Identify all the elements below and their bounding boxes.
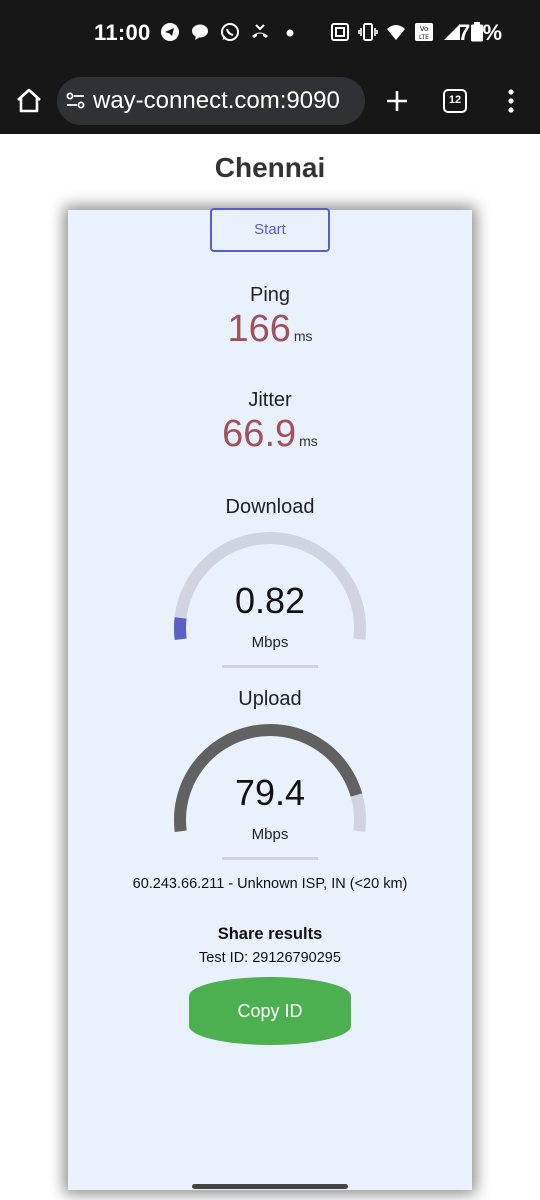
home-icon (17, 88, 41, 113)
address-bar[interactable]: way-connect.com:9090 (57, 77, 365, 125)
jitter-value: 66.9 (222, 413, 297, 455)
status-time: 11:00 (94, 20, 151, 45)
browser-toolbar: way-connect.com:9090 12 (0, 70, 540, 134)
test-id: Test ID: 29126790295 (199, 950, 341, 966)
missed-call-icon (250, 22, 270, 42)
upload-label: Upload (238, 688, 302, 710)
jitter-label: Jitter (248, 389, 292, 411)
tab-switcher-button[interactable]: 12 (443, 89, 467, 113)
upload-unit: Mbps (251, 826, 289, 843)
dot-icon (280, 22, 300, 42)
ping-value: 166 (227, 308, 291, 350)
upload-progress-bar (222, 857, 318, 860)
gesture-navigation-bar[interactable] (192, 1184, 348, 1189)
url-text: way-connect.com:9090 (93, 87, 340, 114)
download-progress-bar (222, 665, 318, 668)
wifi-icon (386, 22, 406, 42)
jitter-unit: ms (299, 433, 318, 449)
speedtest-card: Start Ping 166 ms Jitter 66.9 ms Download … (68, 208, 472, 1190)
ping-metric: 166 ms (68, 308, 472, 351)
ping-unit: ms (293, 328, 313, 344)
volte-icon: Vo LTE (414, 22, 434, 42)
whatsapp-icon (220, 22, 240, 42)
notification-icons (160, 22, 300, 42)
home-button[interactable] (12, 84, 46, 118)
isp-info: 60.243.66.211 - Unknown ISP, IN (<20 km) (132, 876, 408, 892)
download-unit: Mbps (251, 634, 289, 651)
jitter-metric: 66.9 ms (68, 413, 472, 456)
battery-percent: 76% (458, 20, 503, 45)
site-settings-icon[interactable] (65, 90, 87, 112)
new-tab-button[interactable] (382, 84, 412, 118)
share-results-heading: Share results (217, 925, 323, 943)
start-button[interactable]: Start (210, 208, 330, 252)
download-value: 0.82 (234, 580, 306, 621)
svg-text:LTE: LTE (419, 34, 429, 41)
telegram-icon (160, 22, 180, 42)
nfc-icon (330, 22, 350, 42)
svg-text:Vo: Vo (420, 25, 429, 33)
ping-label: Ping (249, 284, 291, 306)
copy-id-button[interactable]: Copy ID (189, 977, 351, 1045)
upload-value: 79.4 (234, 772, 306, 813)
download-label: Download (225, 496, 315, 518)
chat-bubble-icon (190, 22, 210, 42)
vibrate-icon (358, 22, 378, 42)
plus-icon (387, 91, 407, 111)
overflow-menu-button[interactable] (502, 86, 520, 116)
status-bar: 11:00 Vo LTE 76% (0, 0, 540, 70)
more-vertical-icon (508, 89, 514, 113)
page-title: Chennai (214, 152, 326, 183)
